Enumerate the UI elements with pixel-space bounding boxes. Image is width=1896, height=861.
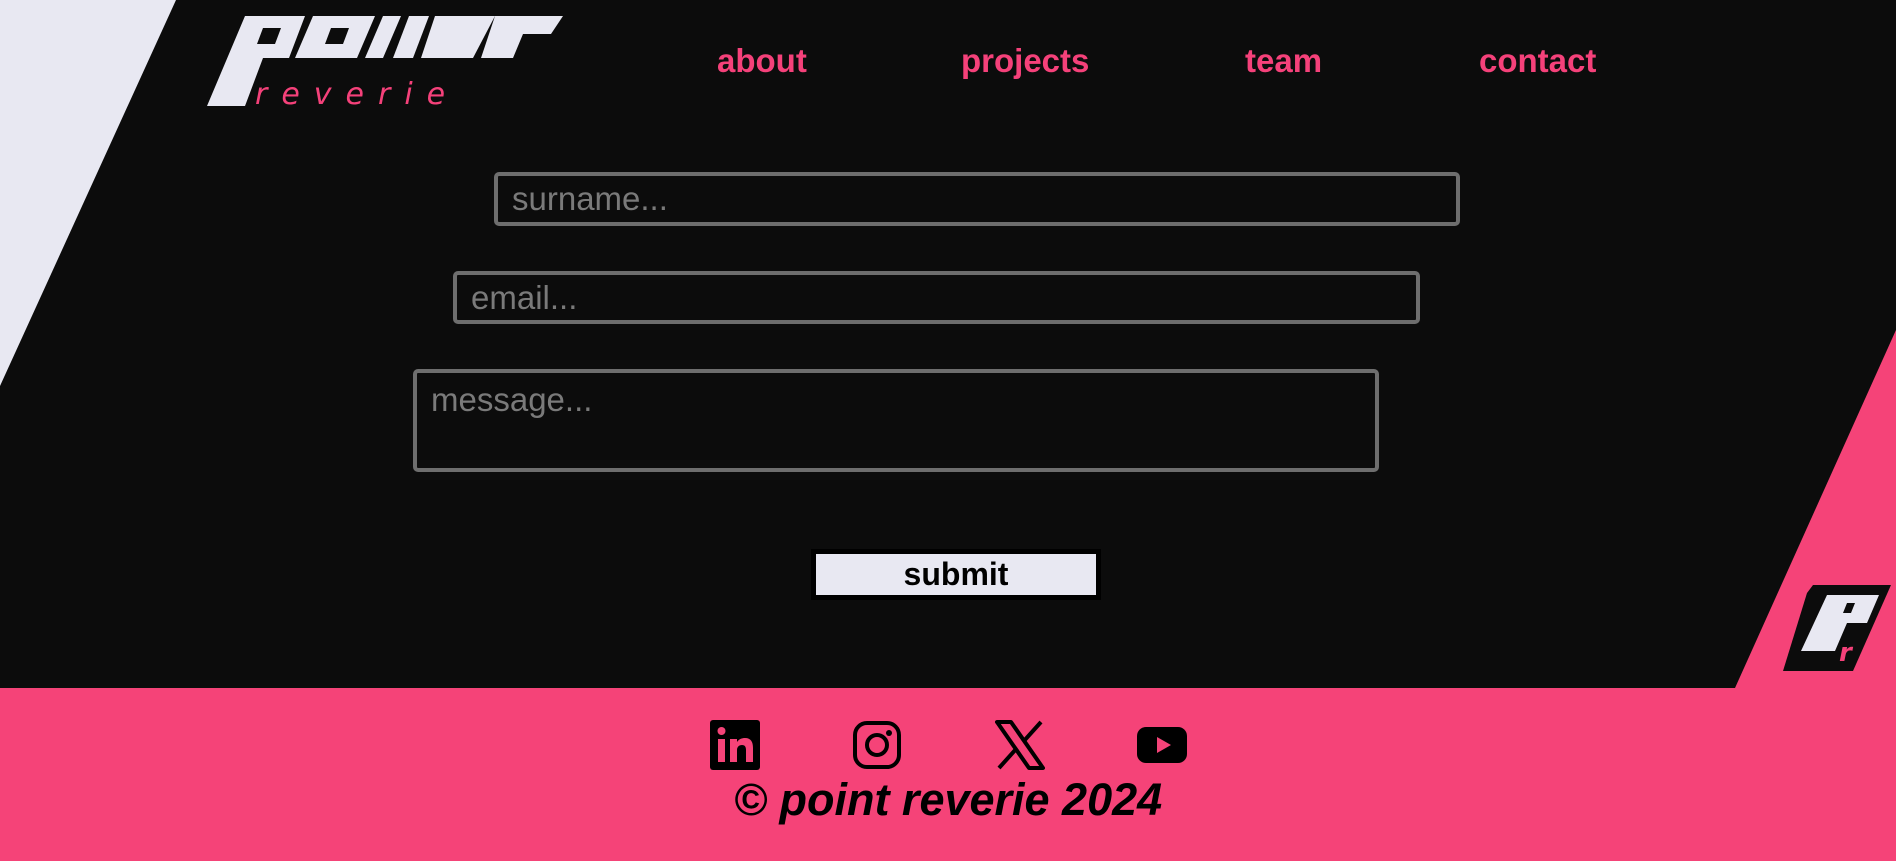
left-light-slice <box>0 0 176 386</box>
corner-logo-icon[interactable]: r <box>1783 585 1893 671</box>
nav-about[interactable]: about <box>717 42 807 80</box>
copyright-text: © point reverie 2024 <box>733 774 1163 825</box>
surname-input[interactable] <box>494 172 1460 226</box>
email-input[interactable] <box>453 271 1420 324</box>
message-textarea[interactable] <box>413 369 1379 472</box>
svg-text:reverie: reverie <box>255 77 459 110</box>
svg-text:r: r <box>1839 638 1854 668</box>
point-reverie-logo[interactable]: reverie <box>205 14 565 110</box>
youtube-icon[interactable] <box>1137 720 1187 770</box>
nav-team[interactable]: team <box>1245 42 1322 80</box>
nav-contact[interactable]: contact <box>1479 42 1596 80</box>
x-icon[interactable] <box>995 720 1045 770</box>
submit-button[interactable]: submit <box>811 549 1101 600</box>
linkedin-icon[interactable] <box>710 720 760 770</box>
nav-projects[interactable]: projects <box>961 42 1089 80</box>
instagram-icon[interactable] <box>852 720 902 770</box>
